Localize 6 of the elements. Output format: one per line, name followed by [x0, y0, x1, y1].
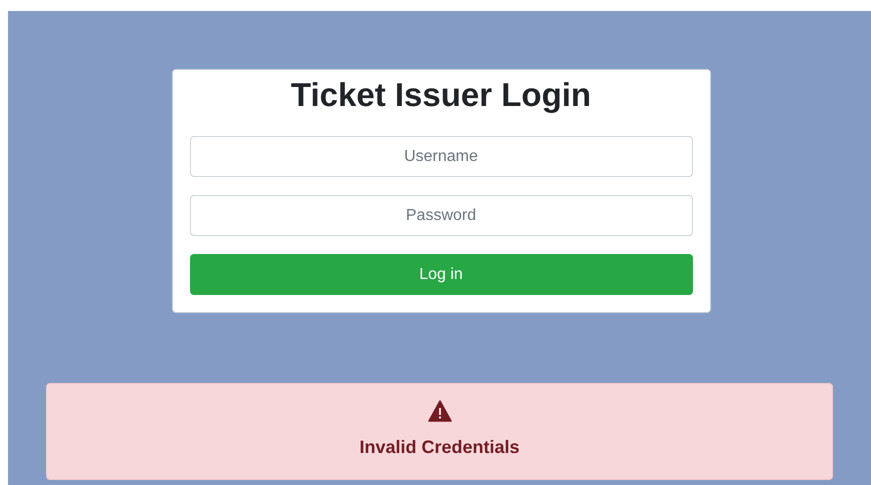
alert-message: Invalid Credentials [359, 436, 520, 459]
warning-icon [428, 400, 452, 422]
login-button[interactable]: Log in [190, 254, 692, 295]
login-title: Ticket Issuer Login [290, 75, 592, 115]
text-field[interactable]: Password [190, 195, 692, 236]
text-field[interactable]: Username [190, 136, 692, 177]
